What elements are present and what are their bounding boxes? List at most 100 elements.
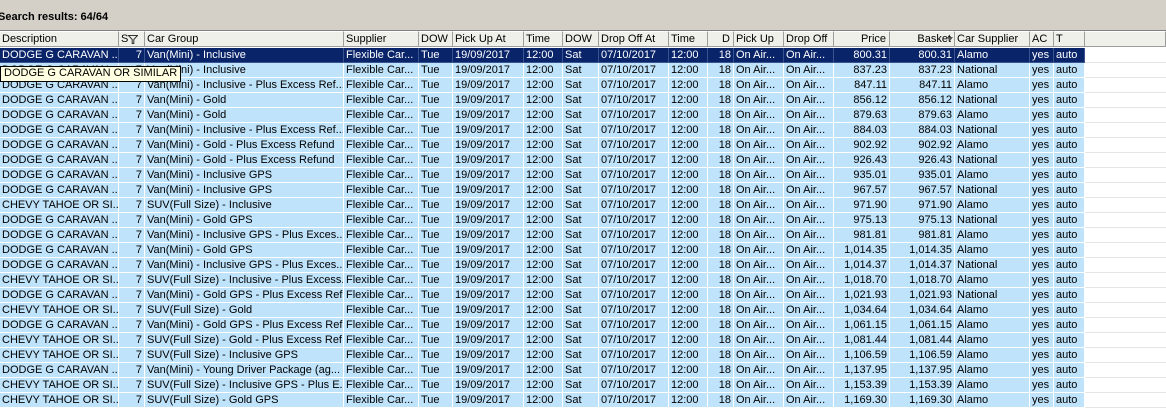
cell-group: Van(Mini) - Gold GPS - Plus Excess Ref..… [145,288,344,303]
cell-price: 1,018.70 [834,273,890,288]
cell-dropoff: On Air... [784,153,834,168]
results-grid[interactable]: Description S Car Group Supplier DOW Pick Up … [0,31,1166,408]
column-header-time1[interactable]: Time [524,31,563,47]
cell-time1: 12:00 [524,363,563,378]
grid-header-row: Description S Car Group Supplier DOW Pick Up … [0,31,1166,47]
cell-time1: 12:00 [524,198,563,213]
table-row[interactable]: CHEVY TAHOE OR SI... 7 SUV(Full Size) - In… [0,198,1085,213]
cell-basket: 926.43 [890,153,955,168]
cell-dropoff: On Air... [784,348,834,363]
cell-dow1: Tue [419,333,453,348]
cell-days: 18 [708,108,734,123]
table-row[interactable]: DODGE G CARAVAN ...7Van(Mini) - Inclusiv… [0,168,1085,183]
filter-icon[interactable] [128,34,139,44]
row-separator [1085,182,1166,183]
cell-desc: DODGE G CARAVAN ... [0,363,119,378]
cell-basket: 1,014.35 [890,243,955,258]
table-row[interactable]: CHEVY TAHOE OR SI... 7 SUV(Full Size) - In… [0,348,1085,363]
cell-dow1: Tue [419,393,453,408]
table-row[interactable]: DODGE G CARAVAN ...7Van(Mini) - Inclusiv… [0,228,1085,243]
column-header-time2[interactable]: Time [669,31,708,47]
column-header-dow1[interactable]: DOW [419,31,453,47]
cell-days: 18 [708,363,734,378]
cell-time2: 12:00 [669,213,708,228]
cell-days: 18 [708,213,734,228]
table-row[interactable]: DODGE G CARAVAN ... 7 Van(Mini) - Gold GPS… [0,243,1085,258]
cell-dow2: Sat [563,213,599,228]
cell-dow2: Sat [563,288,599,303]
cell-pickup: On Air... [734,258,784,273]
cell-trans: auto [1054,378,1085,393]
cell-time2: 12:00 [669,138,708,153]
cell-pickup: On Air... [734,348,784,363]
column-header-dropat[interactable]: Drop Off At [599,31,669,47]
cell-dropat: 07/10/2017 [599,288,669,303]
column-header-price[interactable]: Price [834,31,890,47]
cell-carsup: National [955,258,1030,273]
cell-group: SUV(Full Size) - Gold GPS [145,393,344,408]
cell-supplier: Flexible Car... [344,78,419,93]
cell-time1: 12:00 [524,318,563,333]
cell-dow1: Tue [419,123,453,138]
column-header-dow2[interactable]: DOW [563,31,599,47]
table-row[interactable]: DODGE G CARAVAN ...7Van(Mini) - Inclusiv… [0,258,1085,273]
table-row[interactable]: DODGE G CARAVAN ... 7 Van(Mini) - Gold Flex… [0,108,1085,123]
cell-time2: 12:00 [669,183,708,198]
table-row[interactable]: DODGE G CARAVAN ... 7 Van(Mini) - Gold Flex… [0,93,1085,108]
cell-days: 18 [708,258,734,273]
cell-dropoff: On Air... [784,138,834,153]
cell-seats: 7 [119,228,145,243]
table-row[interactable]: CHEVY TAHOE OR SI... 7 SUV(Full Size) - Go… [0,393,1085,408]
cell-time2: 12:00 [669,378,708,393]
cell-ac: yes [1030,78,1054,93]
cell-dropoff: On Air... [784,183,834,198]
table-row[interactable]: DODGE G CARAVAN ... 7 Van(Mini) - Gold GPS… [0,288,1085,303]
cell-dropat: 07/10/2017 [599,348,669,363]
cell-dow1: Tue [419,378,453,393]
column-header-basket[interactable]: Basket [890,31,955,47]
cell-time2: 12:00 [669,108,708,123]
table-row[interactable]: CHEVY TAHOE OR SI... 7 SUV(Full Size) - Go… [0,303,1085,318]
cell-trans: auto [1054,213,1085,228]
cell-desc: CHEVY TAHOE OR SI... [0,378,119,393]
cell-trans: auto [1054,243,1085,258]
column-header-group[interactable]: Car Group [145,31,344,47]
cell-dow2: Sat [563,333,599,348]
cell-price: 967.57 [834,183,890,198]
column-header-days[interactable]: D [708,31,734,47]
cell-basket: 1,018.70 [890,273,955,288]
cell-supplier: Flexible Car... [344,333,419,348]
column-header-ac[interactable]: AC [1030,31,1054,47]
table-row[interactable]: DODGE G CARAVAN ... 7 Van(Mini) - Gold - P… [0,138,1085,153]
cell-group: SUV(Full Size) - Inclusive [145,198,344,213]
cell-supplier: Flexible Car... [344,393,419,408]
column-header-dropoff[interactable]: Drop Off [784,31,834,47]
table-row[interactable]: DODGE G CARAVAN ...7Van(Mini) - Inclusiv… [0,123,1085,138]
cell-dow2: Sat [563,378,599,393]
cell-ac: yes [1030,63,1054,78]
table-row[interactable]: DODGE G CARAVAN ...7Van(Mini) - Inclusiv… [0,48,1085,63]
cell-time2: 12:00 [669,63,708,78]
cell-supplier: Flexible Car... [344,138,419,153]
column-header-pickat[interactable]: Pick Up At [453,31,524,47]
table-row[interactable]: DODGE G CARAVAN ... 7 Van(Mini) - Gold - P… [0,153,1085,168]
cell-dropat: 07/10/2017 [599,393,669,408]
table-row[interactable]: DODGE G CARAVAN ... 7 Van(Mini) - Gold GPS… [0,213,1085,228]
cell-trans: auto [1054,198,1085,213]
cell-dropat: 07/10/2017 [599,78,669,93]
column-header-supplier[interactable]: Supplier [344,31,419,47]
cell-basket: 856.12 [890,93,955,108]
table-row[interactable]: CHEVY TAHOE OR SI... 7 SUV(Full Size) - Go… [0,333,1085,348]
column-header-desc[interactable]: Description [0,31,119,47]
column-header-seats[interactable]: S [119,31,145,47]
column-header-trans[interactable]: T [1054,31,1085,47]
cell-pickat: 19/09/2017 [453,318,524,333]
table-row[interactable]: CHEVY TAHOE OR SI... 7 SUV(Full Size) - In… [0,378,1085,393]
table-row[interactable]: DODGE G CARAVAN ... 7 Van(Mini) - Gold GPS… [0,318,1085,333]
table-row[interactable]: CHEVY TAHOE OR SI... 7 SUV(Full Size) - In… [0,273,1085,288]
table-row[interactable]: DODGE G CARAVAN ...7Van(Mini) - Inclusiv… [0,183,1085,198]
cell-time2: 12:00 [669,363,708,378]
table-row[interactable]: DODGE G CARAVAN ... 7 Van(Mini) - Young Dr… [0,363,1085,378]
column-header-pickup[interactable]: Pick Up [734,31,784,47]
column-header-carsup[interactable]: Car Supplier [955,31,1030,47]
